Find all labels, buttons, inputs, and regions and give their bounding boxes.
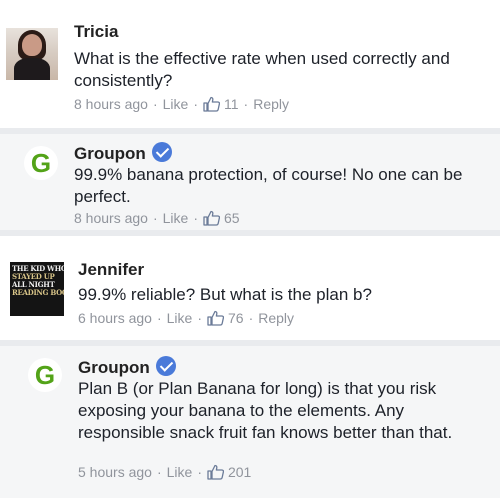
like-count[interactable]: 11 <box>224 96 239 112</box>
like-button[interactable]: Like <box>163 210 189 226</box>
thumbs-up-icon <box>207 464 225 480</box>
verified-badge-icon <box>151 142 172 162</box>
comment-text: Plan B (or Plan Banana for long) is that… <box>78 379 453 442</box>
thumbs-up-icon <box>203 96 221 112</box>
thumbs-up-icon <box>203 210 221 226</box>
groupon-logo-icon[interactable]: G <box>28 358 62 392</box>
timestamp[interactable]: 8 hours ago <box>74 210 148 226</box>
comment-author[interactable]: Groupon <box>78 356 176 378</box>
comment-text: 99.9% banana protection, of course! No o… <box>74 165 463 206</box>
groupon-logo-icon[interactable]: G <box>24 146 58 180</box>
comment-text: What is the effective rate when used cor… <box>74 49 450 90</box>
comment-groupon-reply: G Groupon 99.9% banana protection, of co… <box>0 134 500 230</box>
like-button[interactable]: Like <box>163 96 189 112</box>
reply-button[interactable]: Reply <box>253 96 289 112</box>
avatar-text: READING BOOKS <box>12 288 64 297</box>
comment-author[interactable]: Groupon <box>74 142 172 164</box>
like-count[interactable]: 76 <box>228 310 244 326</box>
author-name[interactable]: Groupon <box>74 144 146 163</box>
comment-author[interactable]: Jennifer <box>78 260 144 280</box>
comment-text: 99.9% reliable? But what is the plan b? <box>78 285 372 304</box>
author-name[interactable]: Groupon <box>78 358 150 377</box>
timestamp[interactable]: 8 hours ago <box>74 96 148 112</box>
timestamp[interactable]: 6 hours ago <box>78 310 152 326</box>
like-button[interactable]: Like <box>167 310 193 326</box>
comment-author[interactable]: Tricia <box>74 22 118 42</box>
avatar[interactable] <box>6 28 58 80</box>
timestamp[interactable]: 5 hours ago <box>78 464 152 480</box>
like-button[interactable]: Like <box>167 464 193 480</box>
like-count[interactable]: 201 <box>228 464 251 480</box>
comment-jennifer: THE KID WHO STAYED UP ALL NIGHT READING … <box>0 236 500 340</box>
comment-groupon-reply: G Groupon Plan B (or Plan Banana for lon… <box>0 346 500 498</box>
verified-badge-icon <box>155 356 176 376</box>
avatar[interactable]: THE KID WHO STAYED UP ALL NIGHT READING … <box>10 262 64 316</box>
comment-tricia: Tricia What is the effective rate when u… <box>0 0 500 128</box>
comment-meta: 8 hours ago · Like · 11 · Reply <box>74 96 289 112</box>
reply-button[interactable]: Reply <box>258 310 294 326</box>
comment-meta: 6 hours ago · Like · 76 · Reply <box>78 310 295 326</box>
comment-meta: 5 hours ago · Like · 201 <box>78 464 252 480</box>
comment-meta: 8 hours ago · Like · 65 <box>74 210 240 226</box>
thumbs-up-icon <box>207 310 225 326</box>
like-count[interactable]: 65 <box>224 210 240 226</box>
